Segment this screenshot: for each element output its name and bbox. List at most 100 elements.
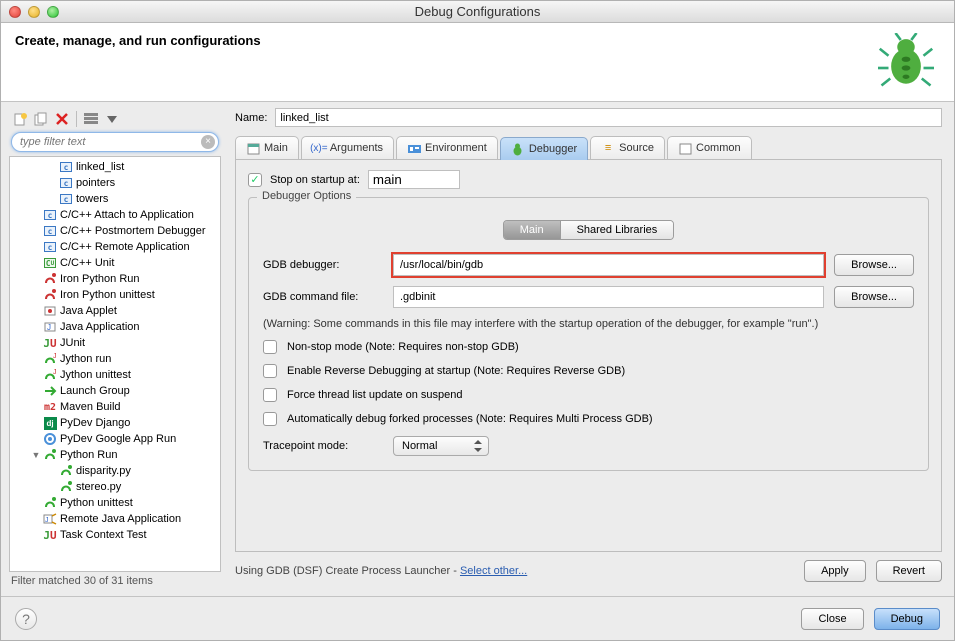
tree-item[interactable]: J Remote Java Application <box>10 511 220 527</box>
right-panel: Name: Main(x)=ArgumentsEnvironmentDebugg… <box>229 108 948 590</box>
arguments-tab-icon: (x)= <box>312 141 326 155</box>
close-button[interactable]: Close <box>801 608 863 630</box>
tree-item[interactable]: ctowers <box>10 191 220 207</box>
debugger-subtabs[interactable]: MainShared Libraries <box>503 220 675 240</box>
stop-on-startup-input[interactable] <box>368 170 460 189</box>
collapse-all-icon[interactable] <box>82 110 100 128</box>
remote-java-icon: J <box>42 511 58 527</box>
left-panel: × clinked_listcpointersctowerscC/C++ Att… <box>7 108 223 590</box>
new-config-icon[interactable] <box>11 110 29 128</box>
gdb-browse-button[interactable]: Browse... <box>834 254 914 276</box>
autofork-checkbox[interactable] <box>263 412 277 426</box>
tree-item[interactable]: cC/C++ Postmortem Debugger <box>10 223 220 239</box>
tree-item[interactable]: djPyDev Django <box>10 415 220 431</box>
gdb-cmdfile-input[interactable] <box>393 286 824 308</box>
select-other-link[interactable]: Select other... <box>460 565 527 577</box>
tree-item-label: Jython run <box>60 353 111 365</box>
dj-icon: dj <box>42 415 58 431</box>
c-blue-icon: c <box>42 207 58 223</box>
tab-common[interactable]: Common <box>667 136 752 159</box>
tree-item[interactable]: cC/C++ Remote Application <box>10 239 220 255</box>
tree-item-label: Remote Java Application <box>60 513 181 525</box>
tree-item-label: towers <box>76 193 108 205</box>
force-checkbox[interactable] <box>263 388 277 402</box>
name-label: Name: <box>235 112 267 124</box>
gdb-debugger-label: GDB debugger: <box>263 259 383 271</box>
config-tree[interactable]: clinked_listcpointersctowerscC/C++ Attac… <box>9 156 221 572</box>
tree-item-label: Maven Build <box>60 401 121 413</box>
tree-item[interactable]: PyDev Google App Run <box>10 431 220 447</box>
tree-item-label: linked_list <box>76 161 124 173</box>
applet-icon <box>42 303 58 319</box>
tree-item-label: Jython unittest <box>60 369 131 381</box>
cmdfile-browse-button[interactable]: Browse... <box>834 286 914 308</box>
tree-item[interactable]: m2Maven Build <box>10 399 220 415</box>
gae-icon <box>42 431 58 447</box>
nonstop-checkbox[interactable] <box>263 340 277 354</box>
tab-source[interactable]: ≡Source <box>590 136 665 159</box>
py-green-icon <box>42 447 58 463</box>
page-title: Create, manage, and run configurations <box>15 33 261 48</box>
clear-filter-icon[interactable]: × <box>201 135 215 149</box>
tree-item-label: Launch Group <box>60 385 130 397</box>
tree-item-label: C/C++ Unit <box>60 257 114 269</box>
environment-tab-icon <box>407 141 421 155</box>
tracepoint-select[interactable]: Normal <box>393 436 489 456</box>
tab-label: Common <box>696 142 741 154</box>
gdb-debugger-input[interactable] <box>393 254 824 276</box>
debug-button[interactable]: Debug <box>874 608 940 630</box>
config-toolbar <box>7 108 223 132</box>
subtab-shared-libraries[interactable]: Shared Libraries <box>561 221 674 239</box>
header: Create, manage, and run configurations <box>1 23 954 102</box>
duplicate-config-icon[interactable] <box>32 110 50 128</box>
twist-icon[interactable]: ▼ <box>30 450 42 460</box>
tree-item[interactable]: Iron Python Run <box>10 271 220 287</box>
svg-text:J: J <box>53 369 57 376</box>
apply-button[interactable]: Apply <box>804 560 866 582</box>
tree-item[interactable]: Launch Group <box>10 383 220 399</box>
tree-item[interactable]: Java Applet <box>10 303 220 319</box>
py-green-icon <box>42 495 58 511</box>
tree-item[interactable]: JJython unittest <box>10 367 220 383</box>
svg-text:J: J <box>45 517 49 524</box>
tree-item[interactable]: JJava Application <box>10 319 220 335</box>
stop-on-startup-label: Stop on startup at: <box>270 174 360 186</box>
reverse-checkbox[interactable] <box>263 364 277 378</box>
subtab-main[interactable]: Main <box>504 221 561 239</box>
autofork-label: Automatically debug forked processes (No… <box>287 413 653 425</box>
tree-item[interactable]: JUTask Context Test <box>10 527 220 543</box>
py-red-icon <box>42 271 58 287</box>
tab-main[interactable]: Main <box>235 136 299 159</box>
tree-item[interactable]: Iron Python unittest <box>10 287 220 303</box>
tab-debugger[interactable]: Debugger <box>500 137 588 160</box>
tree-item[interactable]: disparity.py <box>10 463 220 479</box>
tree-item[interactable]: CUC/C++ Unit <box>10 255 220 271</box>
tree-item-label: Java Application <box>60 321 140 333</box>
name-input[interactable] <box>275 108 942 127</box>
tree-item-label: Java Applet <box>60 305 117 317</box>
help-icon[interactable]: ? <box>15 608 37 630</box>
tree-item[interactable]: clinked_list <box>10 159 220 175</box>
tree-item[interactable]: cpointers <box>10 175 220 191</box>
nonstop-label: Non-stop mode (Note: Requires non-stop G… <box>287 341 519 353</box>
filter-input[interactable] <box>11 132 219 152</box>
tree-item[interactable]: ▼Python Run <box>10 447 220 463</box>
bug-icon <box>878 33 934 89</box>
tree-item[interactable]: stereo.py <box>10 479 220 495</box>
filter-status: Filter matched 30 of 31 items <box>7 572 223 590</box>
delete-config-icon[interactable] <box>53 110 71 128</box>
force-label: Force thread list update on suspend <box>287 389 463 401</box>
tree-item[interactable]: Python unittest <box>10 495 220 511</box>
tree-item[interactable]: JUJUnit <box>10 335 220 351</box>
tree-item[interactable]: cC/C++ Attach to Application <box>10 207 220 223</box>
launch-icon <box>42 383 58 399</box>
tab-environment[interactable]: Environment <box>396 136 498 159</box>
c-blue-icon: c <box>58 191 74 207</box>
tree-item[interactable]: JJython run <box>10 351 220 367</box>
filter-field[interactable]: × <box>11 132 219 152</box>
tab-arguments[interactable]: (x)=Arguments <box>301 136 394 159</box>
stop-on-startup-checkbox[interactable]: ✓ <box>248 173 262 187</box>
filter-dropdown-icon[interactable] <box>103 110 121 128</box>
revert-button[interactable]: Revert <box>876 560 942 582</box>
tab-label: Debugger <box>529 143 577 155</box>
